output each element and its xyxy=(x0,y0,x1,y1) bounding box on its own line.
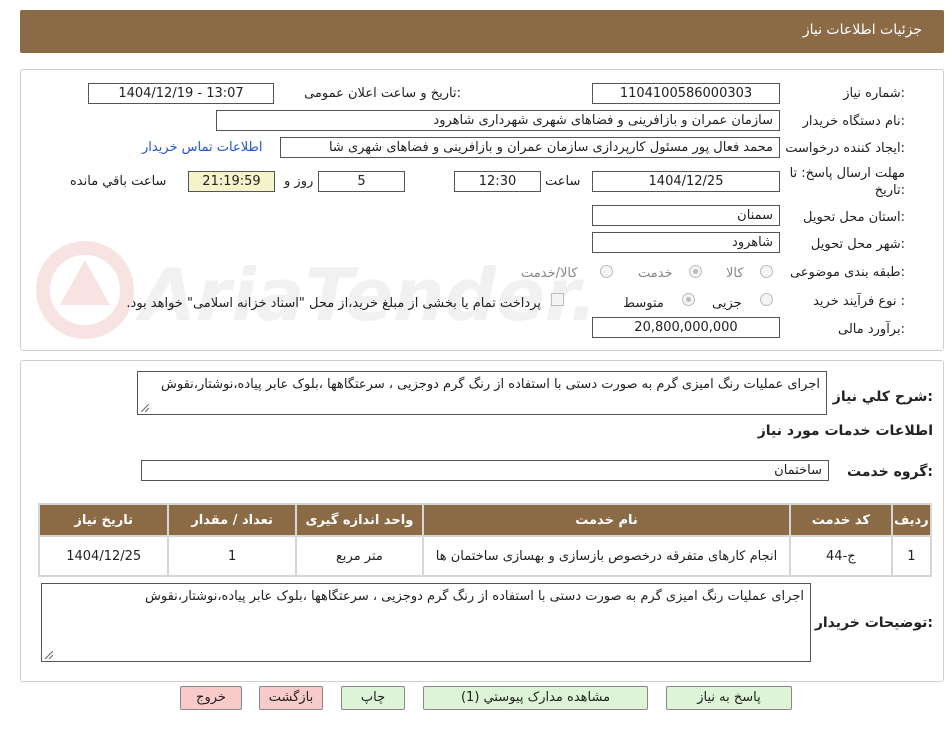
deadline-time-field: 12:30 xyxy=(454,171,541,192)
general-desc-textarea[interactable]: اجرای عملیات رنگ امیزی گرم به صورت دستی … xyxy=(137,371,827,415)
buyer-notes-text: اجرای عملیات رنگ امیزی گرم به صورت دستی … xyxy=(144,589,804,604)
process-radio-minor[interactable] xyxy=(760,293,773,306)
col-header-name: نام خدمت xyxy=(424,505,789,535)
view-attachments-button[interactable]: مشاهده مدارک پيوستي (1) xyxy=(423,686,648,710)
category-option-service: خدمت xyxy=(638,266,673,281)
category-option-goods-service: کالا/خدمت xyxy=(521,266,578,281)
province-label: استان محل تحویل: xyxy=(803,210,905,225)
deadline-date-field: 1404/12/25 xyxy=(592,171,780,192)
category-radio-service[interactable] xyxy=(689,265,702,278)
services-table: رديف کد خدمت نام خدمت واحد اندازه گيری ت… xyxy=(38,503,932,577)
cell-service-name: انجام کارهای متفرقه درخصوص بازسازی و بهس… xyxy=(424,537,789,575)
buyer-notes-textarea[interactable]: اجرای عملیات رنگ امیزی گرم به صورت دستی … xyxy=(41,583,811,662)
buyer-contact-link[interactable]: اطلاعات تماس خریدار xyxy=(142,140,262,155)
table-header-row: رديف کد خدمت نام خدمت واحد اندازه گيری ت… xyxy=(40,505,930,535)
budget-label: برآورد مالی: xyxy=(838,322,905,337)
remaining-label: ساعت باقي مانده xyxy=(70,174,167,189)
category-option-goods: کالا xyxy=(726,266,744,281)
category-radio-goods[interactable] xyxy=(760,265,773,278)
col-header-qty: تعداد / مقدار xyxy=(169,505,295,535)
payment-note: پرداخت تمام یا بخشی از مبلغ خرید،از محل … xyxy=(126,296,541,311)
table-row: 1 ج-44 انجام کارهای متفرقه درخصوص بازساز… xyxy=(40,537,930,575)
general-desc-label: شرح کلي نياز: xyxy=(832,389,933,405)
cell-service-code: ج-44 xyxy=(790,537,891,575)
time-label: ساعت xyxy=(545,174,581,189)
service-group-label: گروه خدمت: xyxy=(847,464,933,480)
cell-unit: متر مربع xyxy=(296,537,423,575)
exit-button[interactable]: خروج xyxy=(180,686,242,710)
treasury-checkbox[interactable] xyxy=(551,293,564,306)
remaining-time-field: 21:19:59 xyxy=(188,171,275,192)
service-group-field: ساختمان xyxy=(141,460,829,481)
days-field: 5 xyxy=(318,171,405,192)
creator-label: ایجاد کننده درخواست: xyxy=(785,141,905,156)
deadline-label: مهلت ارسال پاسخ: تا xyxy=(789,166,905,181)
general-desc-text: اجرای عملیات رنگ امیزی گرم به صورت دستی … xyxy=(160,377,820,392)
process-option-minor: جزیی xyxy=(712,296,742,311)
category-label: طبقه بندی موضوعی: xyxy=(789,265,905,280)
budget-field: 20,800,000,000 xyxy=(592,317,780,338)
need-number-field: 1104100586000303 xyxy=(592,83,780,104)
cell-row-number: 1 xyxy=(892,537,930,575)
col-header-row: رديف xyxy=(892,505,930,535)
announce-field: 1404/12/19 - 13:07 xyxy=(88,83,274,104)
col-header-code: کد خدمت xyxy=(790,505,891,535)
buyer-org-label: نام دستگاه خریدار: xyxy=(802,114,905,129)
resize-grip-icon[interactable] xyxy=(45,651,53,659)
buyer-org-field: سازمان عمران و بازافرینی و فضاهای شهری ش… xyxy=(216,110,780,131)
print-button[interactable]: چاپ xyxy=(341,686,405,710)
page-header: جزئیات اطلاعات نیاز xyxy=(20,10,944,53)
process-label: نوع فرآیند خرید : xyxy=(813,294,905,309)
days-label: روز و xyxy=(284,174,314,189)
need-number-label: شماره نیاز: xyxy=(843,86,905,101)
cell-need-date: 1404/12/25 xyxy=(40,537,168,575)
process-radio-medium[interactable] xyxy=(682,293,695,306)
process-option-medium: متوسط xyxy=(623,296,664,311)
province-field: سمنان xyxy=(592,205,780,226)
page-title: جزئیات اطلاعات نیاز xyxy=(802,22,922,38)
creator-field: محمد فعال پور مسئول کارپردازی سازمان عمر… xyxy=(280,137,780,158)
city-label: شهر محل تحویل: xyxy=(810,237,905,252)
cell-quantity: 1 xyxy=(169,537,295,575)
back-button[interactable]: بازگشت xyxy=(259,686,323,710)
deadline-label-2: تاریخ: xyxy=(874,183,905,198)
services-title: اطلاعات خدمات مورد نياز xyxy=(757,423,933,439)
buyer-notes-label: توضيحات خريدار: xyxy=(814,615,933,631)
city-field: شاهرود xyxy=(592,232,780,253)
category-radio-goods-service[interactable] xyxy=(600,265,613,278)
announce-label: تاریخ و ساعت اعلان عمومی: xyxy=(304,86,461,101)
col-header-unit: واحد اندازه گيری xyxy=(296,505,423,535)
resize-grip-icon[interactable] xyxy=(141,404,149,412)
col-header-date: تاریخ نیاز xyxy=(40,505,168,535)
reply-button[interactable]: پاسخ به نياز xyxy=(666,686,792,710)
